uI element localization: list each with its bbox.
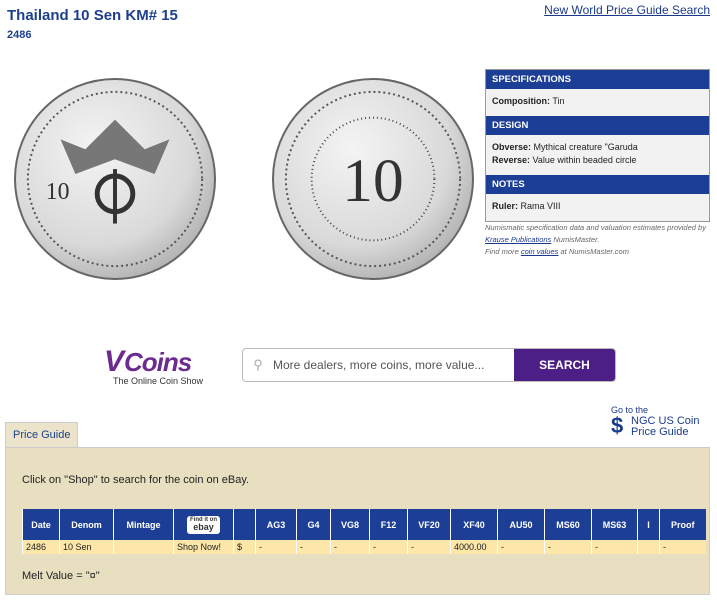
design-heading: DESIGN (486, 116, 709, 135)
coin-obverse-image: 10 (14, 78, 216, 280)
melt-value: Melt Value = "¤" (22, 570, 100, 582)
krause-link[interactable]: Krause Publications (485, 235, 551, 244)
cell-denom: 10 Sen (59, 540, 114, 554)
obverse-label: Obverse: (492, 142, 532, 152)
reverse-row: Reverse: Value within beaded circle (492, 154, 703, 167)
fineprint-numismaster: NumisMaster. (553, 235, 600, 244)
col-date: Date (22, 509, 60, 540)
cell-vf20: - (407, 540, 451, 554)
ruler-label: Ruler: (492, 201, 519, 211)
fineprint-find-more: Find more (485, 247, 519, 256)
cell-i (637, 540, 660, 554)
reverse-value: Value within beaded circle (532, 155, 637, 165)
vcoins-tagline: The Online Coin Show (113, 376, 204, 386)
vcoins-wordmark: VCoins (104, 345, 224, 379)
col-f12: F12 (369, 509, 408, 540)
notes-row: Ruler: Rama VIII (486, 194, 709, 221)
col-vg8: VG8 (330, 509, 370, 540)
cell-au50: - (497, 540, 545, 554)
cell-date: 2486 (22, 540, 60, 554)
col-ms63: MS63 (591, 509, 638, 540)
fineprint: Numismatic specification data and valuat… (485, 222, 713, 258)
obverse-value: Mythical creature "Garuda (533, 142, 638, 152)
fineprint-provided: Numismatic specification data and valuat… (485, 223, 706, 232)
composition-row: Composition: Tin (486, 89, 709, 116)
obverse-denomination: 10 (46, 179, 70, 205)
ebay-icon[interactable]: Find it on ebay (187, 515, 220, 534)
price-guide-search-link[interactable]: New World Price Guide Search (544, 3, 710, 17)
specifications-heading: SPECIFICATIONS (486, 70, 709, 89)
specifications-panel: SPECIFICATIONS Composition: Tin DESIGN O… (485, 69, 710, 222)
cell-vg8: - (330, 540, 370, 554)
cell-g4: - (296, 540, 331, 554)
cell-ms63: - (591, 540, 638, 554)
table-row: 2486 10 Sen Shop Now! $ - - - - - 4000.0… (22, 540, 706, 554)
fineprint-line1: Numismatic specification data and valuat… (485, 222, 713, 234)
ebay-name: ebay (193, 521, 214, 532)
col-ebay: Find it on ebay (173, 509, 234, 540)
composition-label: Composition: (492, 96, 550, 106)
search-button[interactable]: SEARCH (514, 349, 615, 381)
ebay-instructions: Click on "Shop" to search for the coin o… (22, 474, 250, 486)
search-input[interactable]: More dealers, more coins, more value... (273, 349, 514, 381)
vcoins-logo[interactable]: VCoins The Online Coin Show (104, 345, 224, 386)
reverse-label: Reverse: (492, 155, 531, 165)
fineprint-at: at NumisMaster.com (560, 247, 629, 256)
page-subtitle: 2486 (7, 29, 32, 41)
col-denom: Denom (59, 509, 114, 540)
col-i: I (637, 509, 660, 540)
obverse-row: Obverse: Mythical creature "Garuda (492, 141, 703, 154)
search-icon: ⚲ (253, 357, 263, 372)
col-vf20: VF20 (407, 509, 451, 540)
tab-price-guide[interactable]: Price Guide (5, 422, 79, 447)
ngc-title: NGC US Coin Price Guide (631, 416, 717, 438)
ngc-line2: Price Guide (631, 426, 689, 438)
shop-now-link[interactable]: Shop Now! (173, 540, 234, 554)
vcoins-v: V (104, 345, 125, 378)
col-xf40: XF40 (450, 509, 498, 540)
col-g4: G4 (296, 509, 331, 540)
reverse-denomination: 10 (342, 147, 403, 215)
dollar-icon: $ (611, 413, 624, 438)
notes-heading: NOTES (486, 175, 709, 194)
page-title: Thailand 10 Sen KM# 15 (7, 7, 178, 24)
fineprint-line1b: Krause Publications NumisMaster. (485, 234, 713, 246)
composition-value: Tin (552, 96, 565, 106)
cell-mintage (113, 540, 174, 554)
price-table-header: Date Denom Mintage Find it on ebay AG3 G4… (22, 509, 706, 540)
price-table: Date Denom Mintage Find it on ebay AG3 G4… (22, 509, 706, 554)
col-au50: AU50 (497, 509, 545, 540)
coin-reverse-image: 10 (272, 78, 474, 280)
ruler-value: Rama VIII (520, 201, 561, 211)
cell-ms60: - (544, 540, 592, 554)
design-rows: Obverse: Mythical creature "Garuda Rever… (486, 135, 709, 175)
col-proof: Proof (659, 509, 706, 540)
col-mintage: Mintage (113, 509, 174, 540)
fineprint-line2: Find more coin values at NumisMaster.com (485, 246, 713, 258)
coin-values-link[interactable]: coin values (521, 247, 559, 256)
cell-ag3: - (255, 540, 297, 554)
cell-proof: - (659, 540, 706, 554)
ngc-price-guide-link[interactable]: Go to the $ NGC US Coin Price Guide (611, 405, 699, 438)
cell-xf40: 4000.00 (450, 540, 498, 554)
col-ms60: MS60 (544, 509, 592, 540)
col-currency (233, 509, 256, 540)
cell-currency: $ (233, 540, 256, 554)
col-ag3: AG3 (255, 509, 297, 540)
vcoins-search-bar: ⚲ More dealers, more coins, more value..… (242, 348, 616, 382)
cell-f12: - (369, 540, 408, 554)
price-guide-panel: Click on "Shop" to search for the coin o… (5, 447, 710, 595)
vcoins-word: Coins (124, 347, 192, 377)
